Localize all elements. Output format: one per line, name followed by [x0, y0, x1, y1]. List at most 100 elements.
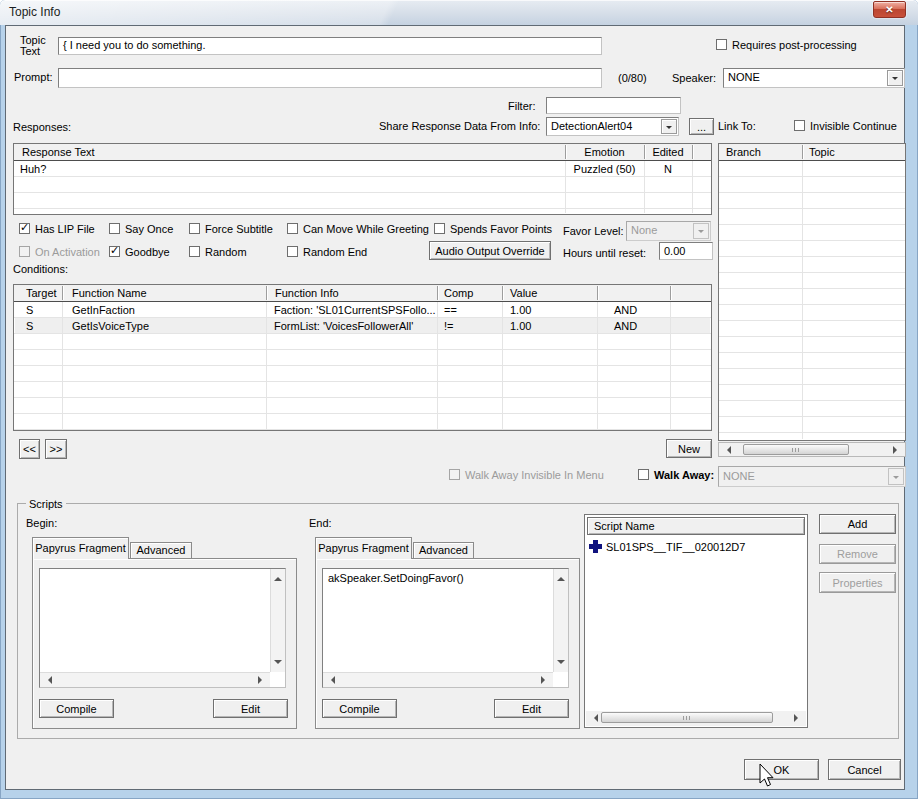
- close-button[interactable]: ✕: [873, 1, 906, 18]
- random-label: Random: [205, 246, 247, 258]
- script-list-item[interactable]: SL01SPS__TIF__020012D7: [606, 541, 745, 553]
- prompt-field[interactable]: [58, 68, 602, 88]
- goodbye-checkbox[interactable]: ✓: [109, 246, 120, 257]
- check-icon: ✓: [20, 221, 29, 234]
- link-to-table[interactable]: Branch Topic: [718, 143, 906, 441]
- hours-until-reset-field[interactable]: 0.00: [659, 242, 713, 260]
- requires-post-processing-checkbox[interactable]: [716, 39, 727, 50]
- col-comp[interactable]: Comp: [444, 287, 473, 299]
- response-row-edited[interactable]: N: [644, 163, 692, 175]
- end-compile-button[interactable]: Compile: [322, 699, 397, 718]
- horizontal-scrollbar[interactable]: [40, 672, 270, 687]
- invisible-continue-checkbox[interactable]: [794, 120, 805, 131]
- chevron-down-icon: [888, 468, 904, 485]
- conditions-table-header: Target Function Name Function Info Comp …: [14, 285, 711, 302]
- response-table[interactable]: Response Text Emotion Edited Huh? Puzzle…: [13, 143, 712, 215]
- dialog-body: Topic Text { I need you to do something.…: [5, 25, 905, 790]
- walk-away-invisible-checkbox: [449, 469, 460, 480]
- begin-compile-button[interactable]: Compile: [39, 699, 114, 718]
- end-tab-advanced[interactable]: Advanced: [413, 542, 474, 558]
- prompt-counter: (0/80): [618, 72, 647, 84]
- begin-fragment-textarea[interactable]: [39, 568, 286, 688]
- response-table-header: Response Text Emotion Edited: [14, 144, 711, 161]
- col-response-text[interactable]: Response Text: [22, 146, 95, 158]
- say-once-checkbox[interactable]: [109, 223, 120, 234]
- has-lip-file-label: Has LIP File: [35, 223, 95, 235]
- ok-button[interactable]: OK: [744, 759, 819, 780]
- next-button[interactable]: >>: [45, 439, 67, 459]
- cancel-button[interactable]: Cancel: [828, 759, 901, 780]
- mouse-cursor: [759, 764, 777, 790]
- begin-tab-papyrus-fragment[interactable]: Papyrus Fragment: [32, 537, 129, 559]
- prompt-label: Prompt:: [14, 71, 53, 83]
- col-function-info[interactable]: Function Info: [275, 287, 339, 299]
- filter-input[interactable]: [546, 97, 681, 114]
- can-move-while-greeting-checkbox[interactable]: [287, 223, 298, 234]
- spends-favor-points-checkbox[interactable]: [434, 223, 445, 234]
- responses-label: Responses:: [13, 121, 71, 133]
- walk-away-dropdown: NONE: [718, 466, 906, 487]
- chevron-down-icon: [693, 223, 709, 239]
- topic-info-window: Topic Info ✕ Topic Text { I need you to …: [0, 0, 918, 799]
- chevron-down-icon[interactable]: [887, 70, 903, 86]
- force-subtitle-checkbox[interactable]: [189, 223, 200, 234]
- col-function-name[interactable]: Function Name: [72, 287, 147, 299]
- col-emotion[interactable]: Emotion: [565, 146, 644, 158]
- favor-level-value: None: [631, 224, 657, 236]
- close-icon: ✕: [885, 5, 893, 15]
- new-button[interactable]: New: [666, 439, 712, 458]
- col-edited[interactable]: Edited: [644, 146, 692, 158]
- titlebar[interactable]: Topic Info ✕: [0, 0, 918, 25]
- end-fragment-textarea[interactable]: akSpeaker.SetDoingFavor(): [322, 568, 569, 688]
- col-value[interactable]: Value: [510, 287, 537, 299]
- random-end-label: Random End: [303, 246, 367, 258]
- properties-script-button[interactable]: Properties: [819, 572, 896, 593]
- col-topic[interactable]: Topic: [809, 146, 835, 158]
- add-script-button[interactable]: Add: [819, 514, 896, 534]
- response-row-emotion[interactable]: Puzzled (50): [565, 163, 644, 175]
- plus-icon: [589, 540, 602, 553]
- scripts-group-label: Scripts: [26, 498, 66, 510]
- walk-away-checkbox[interactable]: [638, 469, 649, 480]
- col-branch[interactable]: Branch: [726, 146, 761, 158]
- conditions-label: Conditions:: [13, 263, 68, 275]
- speaker-dropdown[interactable]: NONE: [723, 68, 905, 88]
- chevron-down-icon[interactable]: [661, 119, 677, 134]
- col-target[interactable]: Target: [26, 287, 57, 299]
- vertical-scrollbar[interactable]: [553, 569, 568, 672]
- random-end-checkbox[interactable]: [287, 246, 298, 257]
- random-checkbox[interactable]: [189, 246, 200, 257]
- has-lip-file-checkbox[interactable]: ✓: [19, 223, 30, 234]
- condition-row[interactable]: S: [26, 320, 33, 332]
- link-to-table-hscrollbar[interactable]: [718, 442, 906, 457]
- share-response-label: Share Response Data From Info:: [379, 120, 540, 132]
- script-list-hscrollbar[interactable]: [586, 711, 806, 726]
- response-row-text[interactable]: Huh?: [20, 163, 46, 175]
- filter-label: Filter:: [508, 100, 536, 112]
- prev-button[interactable]: <<: [19, 439, 40, 459]
- end-tab-papyrus-fragment[interactable]: Papyrus Fragment: [315, 537, 412, 559]
- audio-output-override-button[interactable]: Audio Output Override: [429, 241, 551, 260]
- begin-edit-button[interactable]: Edit: [213, 699, 288, 718]
- script-list[interactable]: Script Name SL01SPS__TIF__020012D7: [584, 514, 808, 728]
- topic-text-field[interactable]: { I need you to do something.: [58, 37, 602, 55]
- requires-post-processing-label: Requires post-processing: [732, 39, 857, 51]
- begin-label: Begin:: [26, 517, 57, 529]
- script-list-header[interactable]: Script Name: [587, 517, 805, 535]
- share-response-more-button[interactable]: ...: [689, 118, 714, 135]
- vertical-scrollbar[interactable]: [270, 569, 285, 672]
- can-move-while-greeting-label: Can Move While Greeting: [303, 223, 429, 235]
- horizontal-scrollbar[interactable]: [323, 672, 553, 687]
- end-label: End:: [309, 517, 332, 529]
- conditions-table[interactable]: Target Function Name Function Info Comp …: [13, 284, 712, 431]
- condition-row[interactable]: S: [26, 304, 33, 316]
- scrollbar-thumb[interactable]: [743, 444, 849, 455]
- end-edit-button[interactable]: Edit: [494, 699, 569, 718]
- scrollbar-thumb[interactable]: [601, 712, 773, 723]
- spends-favor-points-label: Spends Favor Points: [450, 223, 552, 235]
- share-response-dropdown[interactable]: DetectionAlert04: [546, 117, 679, 136]
- topic-text-label-line2: Text: [20, 45, 40, 57]
- link-to-label: Link To:: [718, 120, 756, 132]
- begin-tab-advanced[interactable]: Advanced: [130, 542, 192, 558]
- remove-script-button[interactable]: Remove: [819, 544, 896, 564]
